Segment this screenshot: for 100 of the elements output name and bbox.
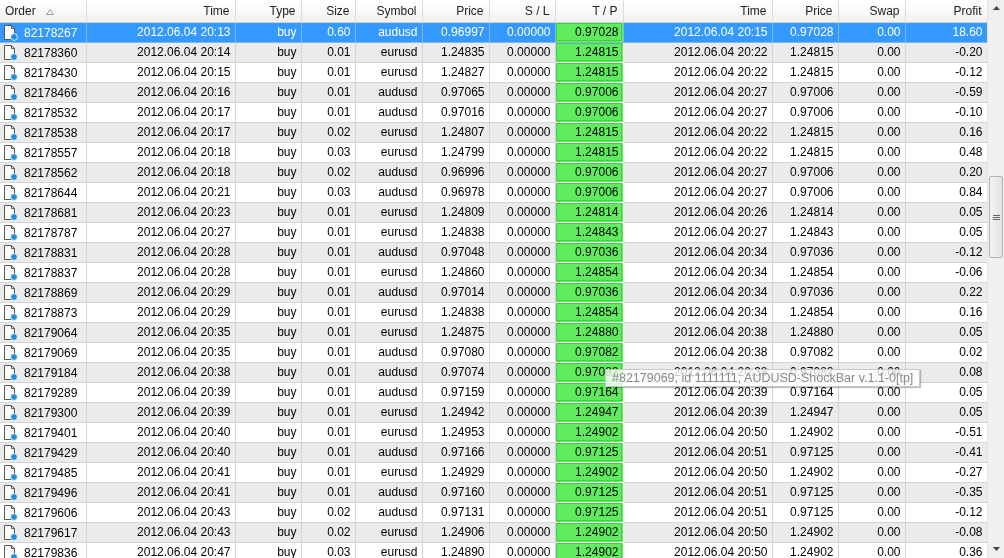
column-header[interactable]: Profit: [905, 0, 987, 22]
table-cell: 82178557: [24, 145, 78, 159]
table-cell: 1.24809: [422, 202, 489, 222]
document-icon: [2, 343, 18, 361]
table-cell: buy: [235, 382, 301, 402]
column-header[interactable]: Time: [86, 0, 235, 22]
table-cell: 0.00000: [489, 42, 555, 62]
column-header[interactable]: Symbol: [355, 0, 422, 22]
column-header[interactable]: S / L: [489, 0, 555, 22]
table-cell: audusd: [355, 282, 422, 302]
table-row[interactable]: 82179496 2012.06.04 20:41 buy 0.01 audusd 0.97160 0.00000 0.97125 2012.06.04 20:51 0.97125 0.00 -0.35: [0, 482, 987, 502]
table-cell: 2012.06.04 20:15: [86, 62, 235, 82]
document-icon: [2, 263, 18, 281]
table-cell: audusd: [355, 502, 422, 522]
table-cell: 0.00: [838, 462, 905, 482]
table-cell: 0.97159: [422, 382, 489, 402]
table-cell: 2012.06.04 20:35: [86, 322, 235, 342]
table-cell: 0.01: [301, 282, 355, 302]
table-row[interactable]: 82178644 2012.06.04 20:21 buy 0.03 audusd 0.96978 0.00000 0.97006 2012.06.04 20:27 0.97006 0.00 0.84: [0, 182, 987, 202]
table-cell: 0.00: [838, 422, 905, 442]
table-row[interactable]: 82178430 2012.06.04 20:15 buy 0.01 eurusd 1.24827 0.00000 1.24815 2012.06.04 20:22 1.24815 0.00 -0.12: [0, 62, 987, 82]
table-cell: 2012.06.04 20:35: [86, 342, 235, 362]
table-row[interactable]: 82178831 2012.06.04 20:28 buy 0.01 audusd 0.97048 0.00000 0.97036 2012.06.04 20:34 0.97036 0.00 -0.12: [0, 242, 987, 262]
table-cell: 1.24902: [772, 542, 838, 558]
table-row[interactable]: 82178267 2012.06.04 20:13 buy 0.60 audusd 0.96997 0.00000 0.97028 2012.06.04 20:15 0.97028 0.00 18.60: [0, 22, 987, 42]
table-row[interactable]: 82179485 2012.06.04 20:41 buy 0.01 eurusd 1.24929 0.00000 1.24902 2012.06.04 20:50 1.24902 0.00 -0.27: [0, 462, 987, 482]
table-row[interactable]: 82179429 2012.06.04 20:40 buy 0.01 audusd 0.97166 0.00000 0.97125 2012.06.04 20:51 0.97125 0.00 -0.41: [0, 442, 987, 462]
table-cell: 0.00: [838, 222, 905, 242]
table-cell: 0.00000: [489, 522, 555, 542]
table-cell: 0.01: [301, 482, 355, 502]
table-cell: 0.97016: [422, 102, 489, 122]
table-cell: 0.00000: [489, 182, 555, 202]
column-header[interactable]: Price: [772, 0, 838, 22]
column-header[interactable]: Order: [0, 0, 86, 22]
table-cell: 2012.06.04 20:27: [623, 182, 772, 202]
table-cell: 1.24953: [422, 422, 489, 442]
table-row[interactable]: 82179300 2012.06.04 20:39 buy 0.01 eurusd 1.24942 0.00000 1.24947 2012.06.04 20:39 1.24947 0.00 0.05: [0, 402, 987, 422]
table-row[interactable]: 82179617 2012.06.04 20:43 buy 0.02 eurusd 1.24906 0.00000 1.24902 2012.06.04 20:50 1.24902 0.00 -0.08: [0, 522, 987, 542]
table-cell: 2012.06.04 20:50: [623, 422, 772, 442]
table-cell: 0.00: [838, 302, 905, 322]
table-cell: 0.00: [838, 542, 905, 558]
table-cell: 1.24807: [422, 122, 489, 142]
table-row[interactable]: 82178681 2012.06.04 20:23 buy 0.01 eurusd 1.24809 0.00000 1.24814 2012.06.04 20:26 1.24814 0.00 0.05: [0, 202, 987, 222]
table-row[interactable]: 82178466 2012.06.04 20:16 buy 0.01 audusd 0.97065 0.00000 0.97006 2012.06.04 20:27 0.97006 0.00 -0.59: [0, 82, 987, 102]
table-cell: 82178644: [24, 185, 78, 199]
column-header[interactable]: Time: [623, 0, 772, 22]
table-row[interactable]: 82179836 2012.06.04 20:47 buy 0.03 eurusd 1.24890 0.00000 1.24902 2012.06.04 20:50 1.24902 0.00 0.36: [0, 542, 987, 558]
table-row[interactable]: 82178869 2012.06.04 20:29 buy 0.01 audusd 0.97014 0.00000 0.97036 2012.06.04 20:34 0.97036 0.00 0.22: [0, 282, 987, 302]
table-cell: buy: [235, 82, 301, 102]
table-row[interactable]: 82179069 2012.06.04 20:35 buy 0.01 audusd 0.97080 0.00000 0.97082 2012.06.04 20:38 0.97082 0.00 0.02: [0, 342, 987, 362]
table-cell: 0.02: [301, 502, 355, 522]
table-row[interactable]: 82178360 2012.06.04 20:14 buy 0.01 eurusd 1.24835 0.00000 1.24815 2012.06.04 20:22 1.24815 0.00 -0.20: [0, 42, 987, 62]
table-row[interactable]: 82178562 2012.06.04 20:18 buy 0.02 audusd 0.96996 0.00000 0.97006 2012.06.04 20:27 0.97006 0.00 0.20: [0, 162, 987, 182]
table-row[interactable]: 82178538 2012.06.04 20:17 buy 0.02 eurusd 1.24807 0.00000 1.24815 2012.06.04 20:22 1.24815 0.00 0.16: [0, 122, 987, 142]
table-cell: 2012.06.04 20:34: [623, 262, 772, 282]
table-cell: 82179300: [24, 405, 78, 419]
scroll-up-icon[interactable]: [992, 6, 1000, 10]
table-cell: 0.96996: [422, 162, 489, 182]
table-row[interactable]: 82179401 2012.06.04 20:40 buy 0.01 eurusd 1.24953 0.00000 1.24902 2012.06.04 20:50 1.24902 0.00 -0.51: [0, 422, 987, 442]
table-cell: buy: [235, 362, 301, 382]
table-cell: 0.97036: [772, 282, 838, 302]
table-row[interactable]: 82179064 2012.06.04 20:35 buy 0.01 eurusd 1.24875 0.00000 1.24880 2012.06.04 20:38 1.24880 0.00 0.05: [0, 322, 987, 342]
table-row[interactable]: 82178532 2012.06.04 20:17 buy 0.01 audusd 0.97016 0.00000 0.97006 2012.06.04 20:27 0.97006 0.00 -0.10: [0, 102, 987, 122]
table-cell: 1.24902: [772, 422, 838, 442]
document-icon: [2, 63, 18, 81]
table-cell: 2012.06.04 20:22: [623, 62, 772, 82]
table-cell: 0.00: [838, 82, 905, 102]
table-cell: 2012.06.04 20:13: [86, 22, 235, 42]
scroll-down-icon[interactable]: [992, 547, 1000, 551]
table-cell: 0.97166: [422, 442, 489, 462]
document-icon: [2, 303, 18, 321]
table-row[interactable]: 82178837 2012.06.04 20:28 buy 0.01 eurusd 1.24860 0.00000 1.24854 2012.06.04 20:34 1.24854 0.00 -0.06: [0, 262, 987, 282]
column-header[interactable]: Size: [301, 0, 355, 22]
table-cell: 82178267: [24, 25, 78, 39]
column-header[interactable]: T / P: [555, 0, 623, 22]
table-row[interactable]: 82179606 2012.06.04 20:43 buy 0.02 audusd 0.97131 0.00000 0.97125 2012.06.04 20:51 0.97125 0.00 -0.12: [0, 502, 987, 522]
table-cell: buy: [235, 162, 301, 182]
table-cell: 1.24902: [772, 522, 838, 542]
table-cell: 0.00000: [489, 482, 555, 502]
column-header[interactable]: Type: [235, 0, 301, 22]
table-cell: 0.00: [838, 342, 905, 362]
table-row[interactable]: 82178873 2012.06.04 20:29 buy 0.01 eurusd 1.24838 0.00000 1.24854 2012.06.04 20:34 1.24854 0.00 0.16: [0, 302, 987, 322]
table-cell: buy: [235, 182, 301, 202]
table-row[interactable]: 82178557 2012.06.04 20:18 buy 0.03 eurusd 1.24799 0.00000 1.24815 2012.06.04 20:22 1.24815 0.00 0.48: [0, 142, 987, 162]
column-header[interactable]: Swap: [838, 0, 905, 22]
table-cell: 0.00000: [489, 402, 555, 422]
scrollbar-thumb[interactable]: [989, 176, 1003, 258]
table-cell: 0.97006: [772, 102, 838, 122]
table-cell: buy: [235, 302, 301, 322]
table-cell: buy: [235, 482, 301, 502]
table-cell: 0.01: [301, 242, 355, 262]
table-cell: 2012.06.04 20:23: [86, 202, 235, 222]
table-cell: 0.00: [838, 62, 905, 82]
table-cell: 1.24902: [772, 462, 838, 482]
table-cell: 2012.06.04 20:51: [623, 482, 772, 502]
column-header[interactable]: Price: [422, 0, 489, 22]
table-row[interactable]: 82178787 2012.06.04 20:27 buy 0.01 eurusd 1.24838 0.00000 1.24843 2012.06.04 20:27 1.24843 0.00 0.05: [0, 222, 987, 242]
table-cell: 0.97074: [422, 362, 489, 382]
table-cell: 0.00000: [489, 202, 555, 222]
table-cell: 0.00000: [489, 362, 555, 382]
